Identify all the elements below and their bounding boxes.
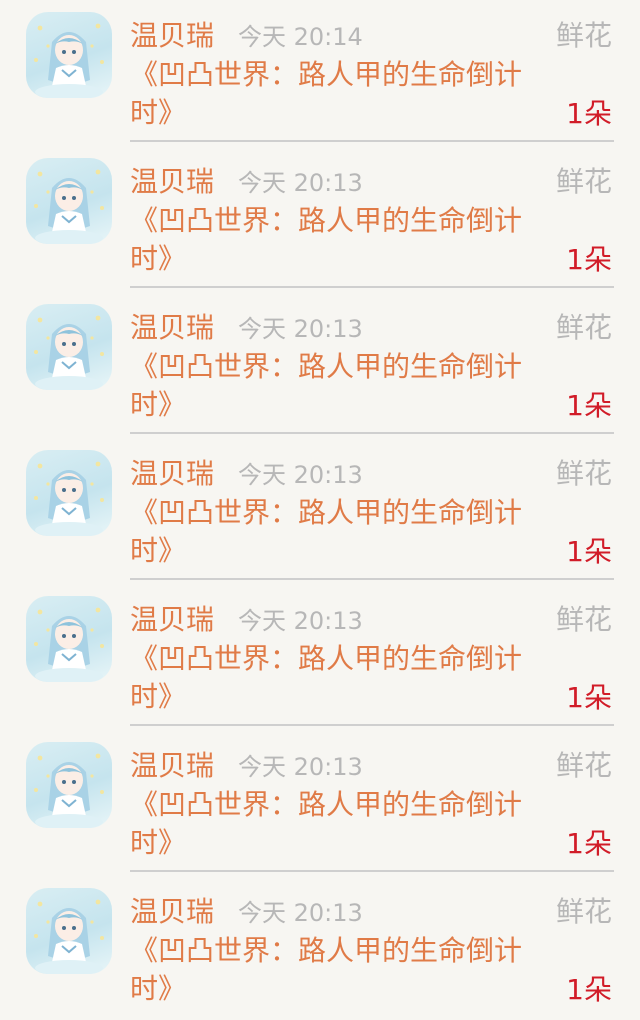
timestamp: 今天 20:13 (238, 899, 363, 927)
book-title-link[interactable]: 《凹凸世界：路人甲的生命倒计时》 (130, 202, 560, 278)
gift-type: 鲜花 (555, 603, 612, 636)
timestamp: 今天 20:13 (238, 169, 363, 197)
gift-count: 1朵 (566, 827, 612, 860)
gift-count: 1朵 (566, 535, 612, 568)
book-title-link[interactable]: 《凹凸世界：路人甲的生命倒计时》 (130, 932, 560, 1008)
book-title-link[interactable]: 《凹凸世界：路人甲的生命倒计时》 (130, 494, 560, 570)
sender-name[interactable]: 温贝瑞 (130, 746, 214, 786)
sender-name[interactable]: 温贝瑞 (130, 308, 214, 348)
anime-girl-avatar-icon (34, 23, 104, 98)
divider (130, 286, 614, 288)
divider (130, 140, 614, 142)
book-title-link[interactable]: 《凹凸世界：路人甲的生命倒计时》 (130, 640, 560, 716)
anime-girl-avatar-icon (34, 169, 104, 244)
list-item[interactable]: 温贝瑞 今天 20:13 鲜花 《凹凸世界：路人甲的生命倒计时》 1朵 (0, 730, 640, 876)
sender-name[interactable]: 温贝瑞 (130, 454, 214, 494)
gift-type: 鲜花 (555, 311, 612, 344)
user-avatar[interactable] (26, 596, 112, 682)
sender-name[interactable]: 温贝瑞 (130, 600, 214, 640)
user-avatar[interactable] (26, 888, 112, 974)
list-item[interactable]: 温贝瑞 今天 20:13 鲜花 《凹凸世界：路人甲的生命倒计时》 1朵 (0, 438, 640, 584)
gift-type: 鲜花 (555, 895, 612, 928)
gift-type: 鲜花 (555, 165, 612, 198)
gift-count: 1朵 (566, 97, 612, 130)
book-title-link[interactable]: 《凹凸世界：路人甲的生命倒计时》 (130, 786, 560, 862)
gift-type: 鲜花 (555, 19, 612, 52)
divider (130, 724, 614, 726)
user-avatar[interactable] (26, 12, 112, 98)
divider (130, 870, 614, 872)
gift-count: 1朵 (566, 681, 612, 714)
sender-name[interactable]: 温贝瑞 (130, 162, 214, 202)
divider (130, 578, 614, 580)
anime-girl-avatar-icon (34, 607, 104, 682)
anime-girl-avatar-icon (34, 315, 104, 390)
timestamp: 今天 20:13 (238, 461, 363, 489)
timestamp: 今天 20:14 (238, 23, 363, 51)
anime-girl-avatar-icon (34, 753, 104, 828)
gift-count: 1朵 (566, 389, 612, 422)
user-avatar[interactable] (26, 450, 112, 536)
gift-count: 1朵 (566, 973, 612, 1006)
anime-girl-avatar-icon (34, 899, 104, 974)
sender-name[interactable]: 温贝瑞 (130, 892, 214, 932)
gift-type: 鲜花 (555, 749, 612, 782)
book-title-link[interactable]: 《凹凸世界：路人甲的生命倒计时》 (130, 56, 560, 132)
gift-record-list: 温贝瑞 今天 20:14 鲜花 《凹凸世界：路人甲的生命倒计时》 1朵 温贝瑞 … (0, 0, 640, 1020)
list-item[interactable]: 温贝瑞 今天 20:13 鲜花 《凹凸世界：路人甲的生命倒计时》 1朵 (0, 584, 640, 730)
book-title-link[interactable]: 《凹凸世界：路人甲的生命倒计时》 (130, 348, 560, 424)
list-item[interactable]: 温贝瑞 今天 20:14 鲜花 《凹凸世界：路人甲的生命倒计时》 1朵 (0, 0, 640, 146)
divider (130, 432, 614, 434)
timestamp: 今天 20:13 (238, 753, 363, 781)
gift-type: 鲜花 (555, 457, 612, 490)
list-item[interactable]: 温贝瑞 今天 20:13 鲜花 《凹凸世界：路人甲的生命倒计时》 1朵 (0, 146, 640, 292)
list-item[interactable]: 温贝瑞 今天 20:13 鲜花 《凹凸世界：路人甲的生命倒计时》 1朵 (0, 292, 640, 438)
anime-girl-avatar-icon (34, 461, 104, 536)
user-avatar[interactable] (26, 304, 112, 390)
timestamp: 今天 20:13 (238, 607, 363, 635)
timestamp: 今天 20:13 (238, 315, 363, 343)
user-avatar[interactable] (26, 158, 112, 244)
gift-count: 1朵 (566, 243, 612, 276)
sender-name[interactable]: 温贝瑞 (130, 16, 214, 56)
list-item[interactable]: 温贝瑞 今天 20:13 鲜花 《凹凸世界：路人甲的生命倒计时》 1朵 (0, 876, 640, 1020)
user-avatar[interactable] (26, 742, 112, 828)
